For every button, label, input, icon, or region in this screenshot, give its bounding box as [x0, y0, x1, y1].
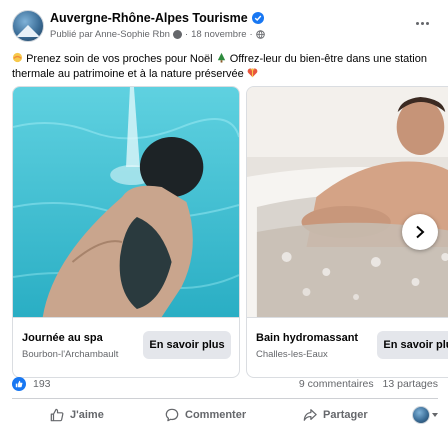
post-meta: Publié par Anne-Sophie Rbn · 18 novembre…	[50, 29, 265, 40]
carousel-card[interactable]: Journée au spa Bourbon-l'Archambault En …	[12, 86, 240, 378]
thumbs-up-icon	[50, 408, 64, 422]
separator: ·	[249, 29, 253, 40]
chevron-down-icon[interactable]	[432, 413, 438, 417]
comment-button[interactable]: Commenter	[165, 404, 246, 426]
divider	[12, 398, 438, 399]
like-label: J'aime	[70, 409, 104, 421]
published-by[interactable]: Publié par Anne-Sophie Rbn	[50, 29, 170, 40]
comment-bubble-icon	[165, 408, 179, 422]
learn-more-button[interactable]: En savoir plus	[143, 331, 231, 359]
card-footer: Journée au spa Bourbon-l'Archambault En …	[13, 317, 239, 377]
like-reaction-icon[interactable]	[12, 377, 26, 391]
sparkle-emoji-icon	[12, 52, 23, 63]
separator: ·	[184, 29, 189, 40]
gift-heart-emoji-icon	[247, 68, 258, 78]
shares-count[interactable]: 13 partages	[383, 378, 438, 390]
verified-badge-icon	[252, 12, 264, 24]
christmas-tree-emoji-icon	[217, 52, 225, 63]
post-date[interactable]: 18 novembre	[191, 29, 246, 40]
comment-label: Commenter	[185, 409, 247, 421]
chevron-right-icon[interactable]	[402, 214, 438, 250]
share-button[interactable]: Partager	[303, 404, 368, 426]
post-text-part1: Prenez soin de vos proches pour Noël	[26, 53, 213, 65]
reaction-count[interactable]: 193	[33, 378, 51, 390]
stats-right: 9 commentaires 13 partages	[299, 378, 438, 390]
share-label: Partager	[323, 409, 368, 421]
like-button[interactable]: J'aime	[50, 404, 104, 426]
page-name[interactable]: Auvergne-Rhône-Alpes Tourisme	[50, 11, 248, 25]
post-stats: 193 9 commentaires 13 partages	[12, 376, 438, 394]
post-header: Auvergne-Rhône-Alpes Tourisme Publié par…	[12, 10, 436, 46]
share-arrow-icon	[303, 409, 317, 421]
card-subtitle: Bourbon-l'Archambault	[22, 349, 119, 360]
card-title[interactable]: Journée au spa	[22, 332, 103, 344]
reaction-profile-avatar[interactable]	[412, 406, 430, 424]
comments-count[interactable]: 9 commentaires	[299, 378, 374, 390]
learn-more-button[interactable]: En savoir plus	[377, 331, 448, 359]
hydromassage-bath-image[interactable]	[247, 87, 448, 317]
action-bar: J'aime Commenter Partager	[12, 402, 438, 428]
globe-icon	[255, 30, 265, 39]
card-title[interactable]: Bain hydromassant	[256, 332, 358, 344]
card-footer: Bain hydromassant Challes-les-Eaux En sa…	[247, 317, 448, 377]
carousel: Journée au spa Bourbon-l'Archambault En …	[12, 86, 448, 386]
card-subtitle: Challes-les-Eaux	[256, 349, 328, 360]
author-icon	[172, 30, 182, 39]
post-text: Prenez soin de vos proches pour Noël Off…	[12, 52, 438, 82]
more-options-icon[interactable]	[410, 16, 434, 30]
spa-pool-image[interactable]	[13, 87, 239, 317]
page-avatar[interactable]	[12, 10, 44, 42]
